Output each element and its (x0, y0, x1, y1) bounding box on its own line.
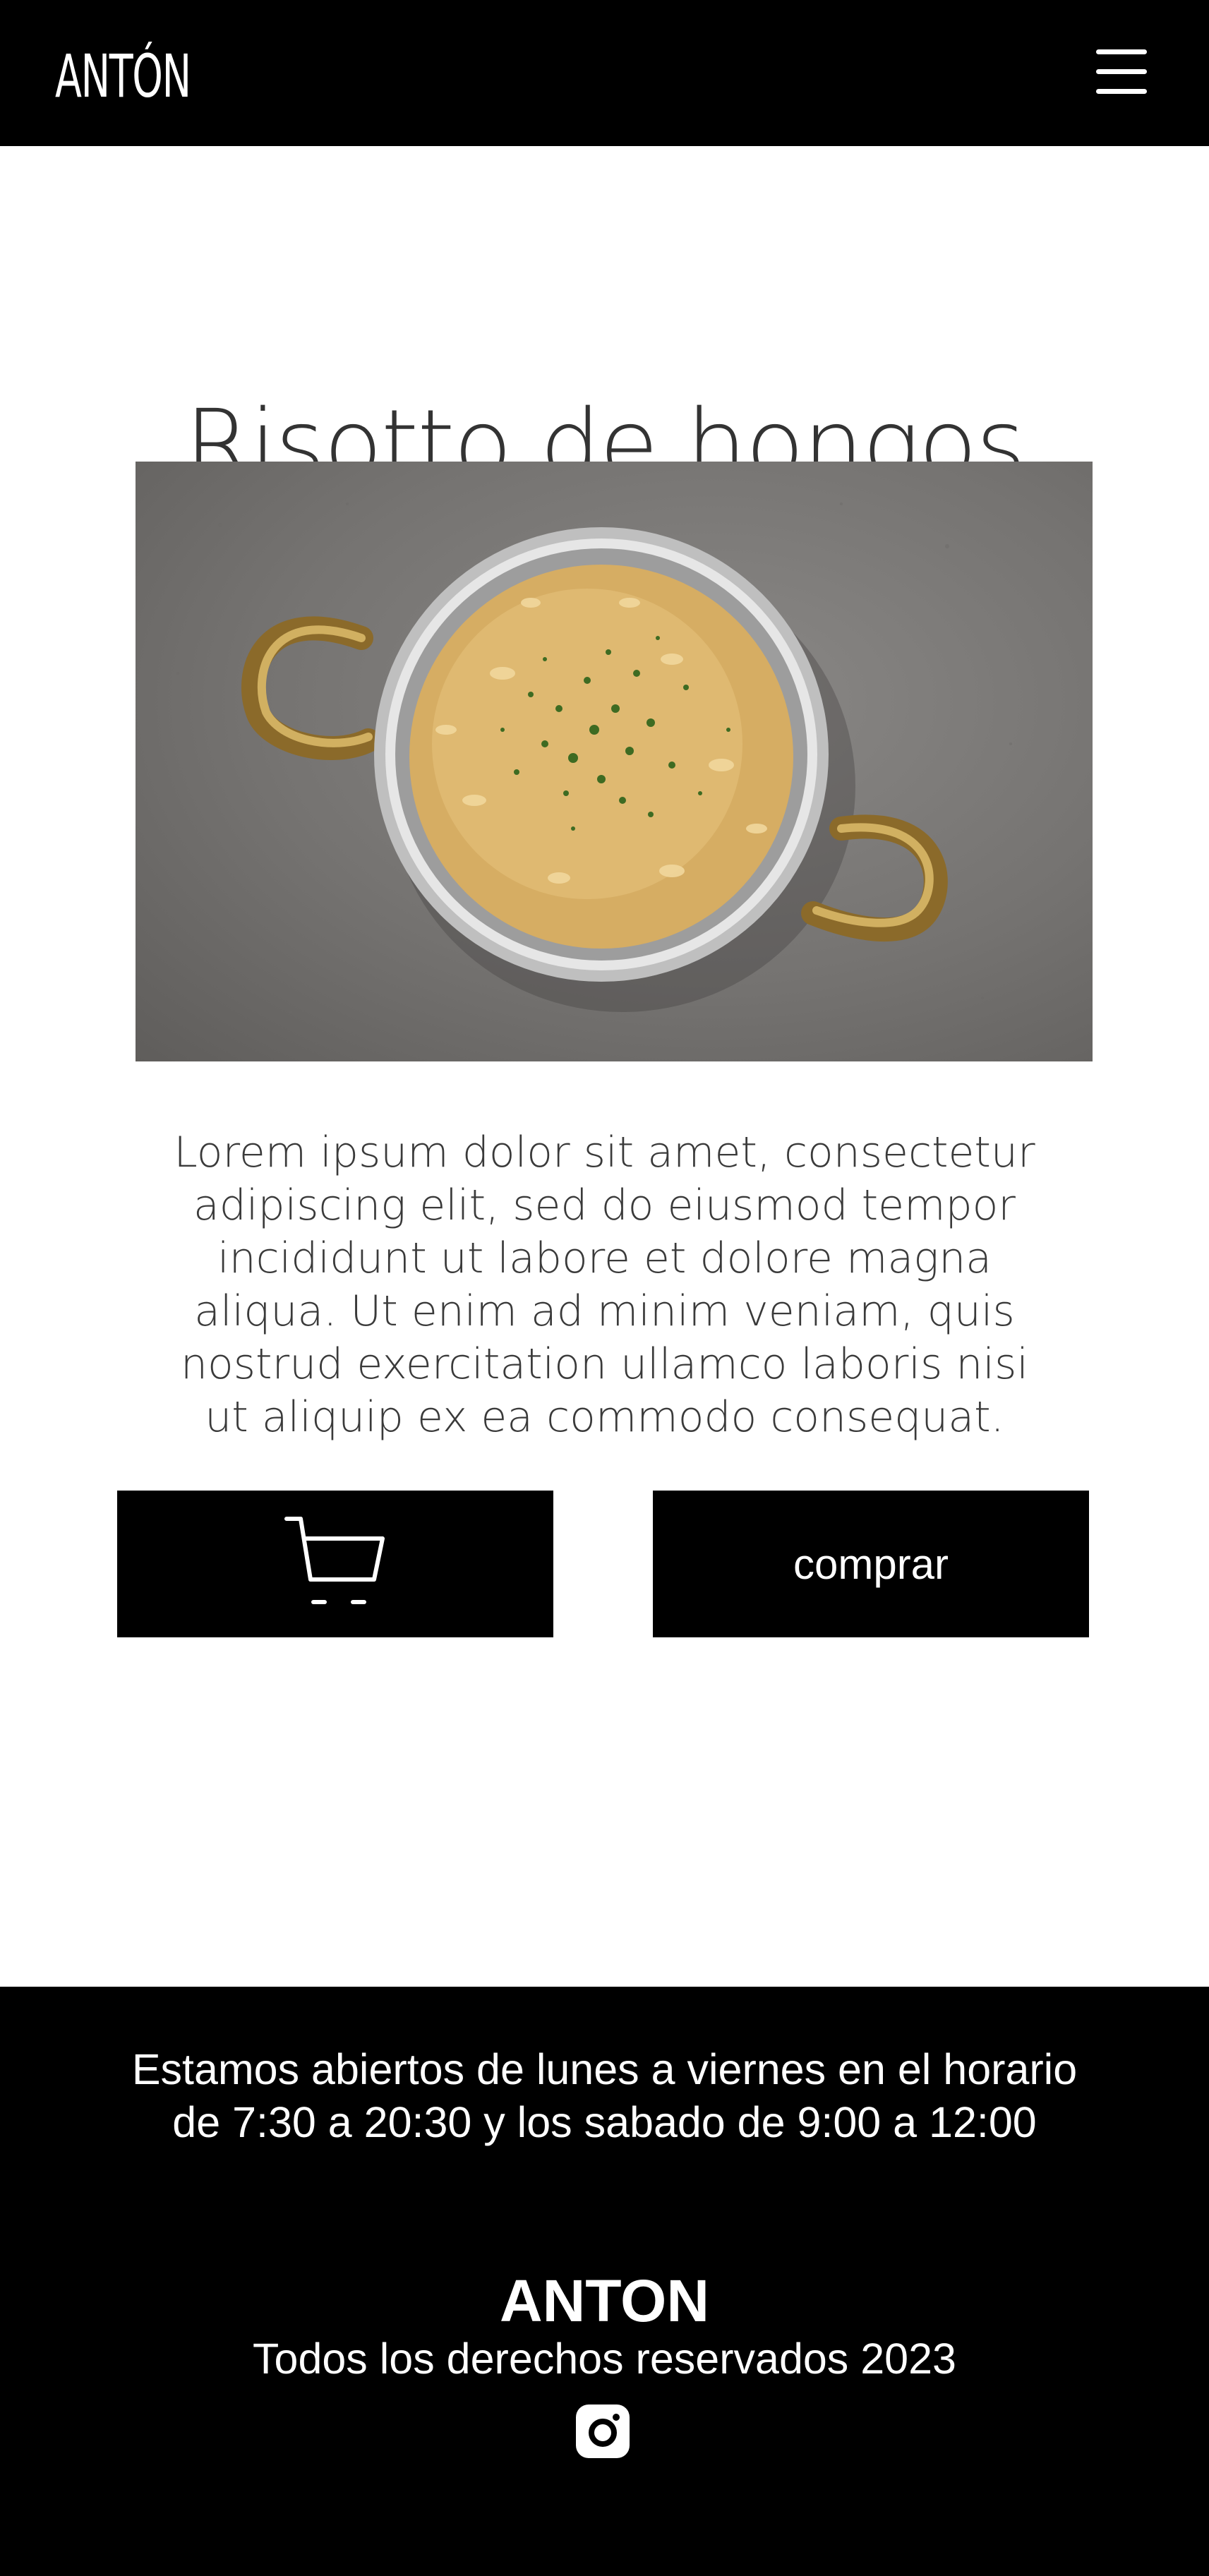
buy-button-label: comprar (793, 1540, 949, 1588)
dish-image (136, 462, 1093, 1061)
site-header: ANTÓN (0, 0, 1209, 146)
dish-description: Lorem ipsum dolor sit amet, consectetur … (174, 1128, 1035, 1442)
brand-logo[interactable]: ANTÓN (55, 42, 191, 110)
site-footer: Estamos abiertos de lunes a viernes en e… (0, 1987, 1209, 2576)
buy-button[interactable]: comprar (653, 1491, 1089, 1637)
page: ANTÓN Risotto de hongos Lorem ipsum dolo… (0, 0, 1209, 2576)
footer-brand: ANTON (499, 2268, 710, 2334)
add-to-cart-button[interactable] (117, 1491, 553, 1637)
shopping-cart-icon (282, 1513, 388, 1615)
copyright-text: Todos los derechos reservados 2023 (253, 2335, 956, 2383)
instagram-icon[interactable] (575, 2403, 631, 2460)
opening-hours: Estamos abiertos de lunes a viernes en e… (131, 2045, 1078, 2146)
hamburger-menu-icon[interactable] (1090, 44, 1151, 100)
